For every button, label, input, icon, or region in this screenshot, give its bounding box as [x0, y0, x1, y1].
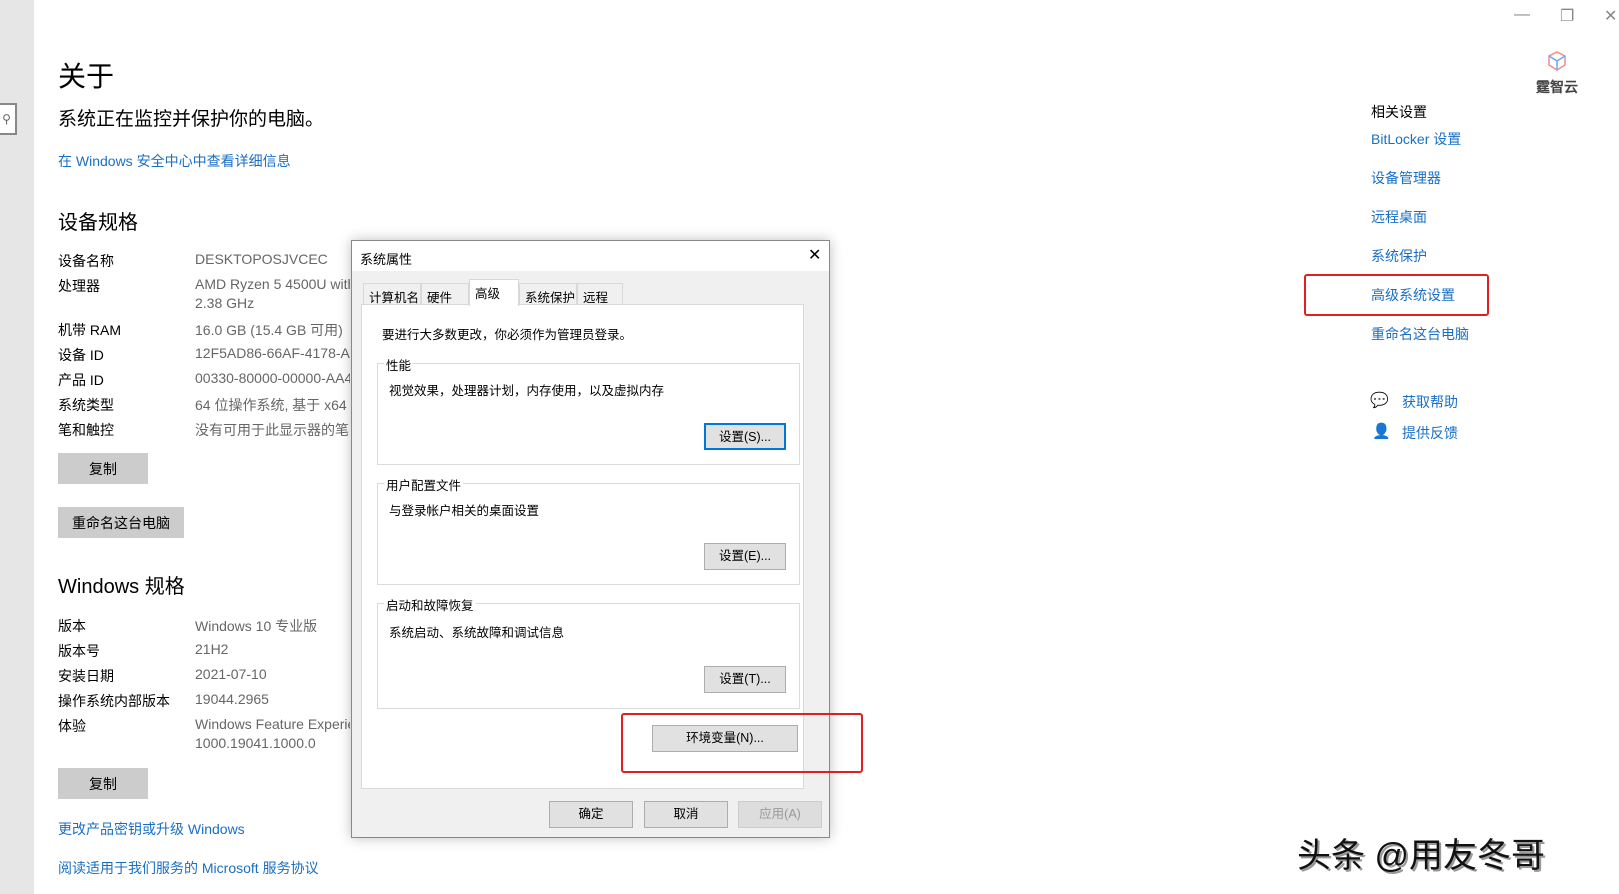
highlight-box-env — [621, 713, 863, 773]
spec-label: 系统类型 — [58, 397, 114, 413]
rename-pc-button[interactable]: 重命名这台电脑 — [58, 507, 184, 538]
spec-label: 设备名称 — [58, 253, 114, 269]
help-icon: 💬 — [1370, 392, 1389, 409]
tab-hardware[interactable]: 硬件 — [421, 283, 469, 305]
windows-specs-title: Windows 规格 — [58, 576, 185, 598]
remote-desktop-link[interactable]: 远程桌面 — [1371, 207, 1427, 227]
copy-windows-specs-button[interactable]: 复制 — [58, 768, 148, 799]
spec-value: Windows Feature Experience — [195, 716, 350, 732]
spec-label: 操作系统内部版本 — [58, 693, 170, 709]
spec-label: 体验 — [58, 718, 86, 734]
startup-recovery-group: 启动和故障恢复 系统启动、系统故障和调试信息 设置(T)... — [377, 595, 800, 709]
spec-label: 处理器 — [58, 278, 100, 294]
spec-value: 16.0 GB (15.4 GB 可用) — [195, 322, 343, 338]
system-protection-link[interactable]: 系统保护 — [1371, 246, 1427, 266]
security-status: 系统正在监控并保护你的电脑。 — [58, 109, 325, 130]
admin-note: 要进行大多数更改，你必须作为管理员登录。 — [382, 328, 633, 342]
feedback-link[interactable]: 提供反馈 — [1402, 423, 1458, 443]
search-box[interactable]: ⚲ — [0, 103, 17, 135]
cube-logo-icon — [1548, 51, 1566, 71]
tab-remote[interactable]: 远程 — [577, 283, 623, 305]
related-settings-title: 相关设置 — [1371, 104, 1427, 120]
tab-system-protection[interactable]: 系统保护 — [519, 283, 577, 305]
get-help-link[interactable]: 获取帮助 — [1402, 392, 1458, 412]
spec-label: 产品 ID — [58, 372, 104, 388]
change-product-key-link[interactable]: 更改产品密钥或升级 Windows — [58, 819, 245, 839]
cancel-button[interactable]: 取消 — [644, 801, 728, 828]
highlight-box — [1304, 274, 1489, 316]
performance-group: 性能 视觉效果，处理器计划，内存使用，以及虚拟内存 设置(S)... — [377, 355, 800, 465]
feedback-icon: 👤 — [1372, 423, 1391, 440]
spec-label: 机带 RAM — [58, 322, 121, 338]
spec-label: 版本号 — [58, 643, 100, 659]
restore-button[interactable]: ❐ — [1560, 6, 1574, 26]
group-legend: 启动和故障恢复 — [384, 595, 476, 614]
logo-text: 霆智云 — [1536, 79, 1578, 95]
spec-value: 19044.2965 — [195, 691, 269, 707]
spec-label: 安装日期 — [58, 668, 114, 684]
spec-value: 64 位操作系统, 基于 x64 的 — [195, 397, 350, 413]
logo: 霆智云 — [1533, 50, 1581, 97]
spec-value: 00330-80000-00000-AA4 — [195, 370, 350, 386]
dialog-title-text: 系统属性 — [360, 252, 413, 267]
group-description: 与登录帐户相关的桌面设置 — [389, 504, 540, 518]
spec-value: 21H2 — [195, 641, 229, 657]
spec-label: 版本 — [58, 618, 86, 634]
spec-label: 笔和触控 — [58, 422, 114, 438]
bitlocker-link[interactable]: BitLocker 设置 — [1371, 129, 1461, 149]
performance-settings-button[interactable]: 设置(S)... — [704, 423, 786, 450]
spec-value-line2: 2.38 GHz — [195, 295, 255, 311]
device-specs-title: 设备规格 — [58, 212, 138, 234]
page-title: 关于 — [58, 61, 115, 92]
spec-value: 没有可用于此显示器的笔或 — [195, 422, 350, 438]
security-center-link[interactable]: 在 Windows 安全中心中查看详细信息 — [58, 151, 291, 171]
service-agreement-link[interactable]: 阅读适用于我们服务的 Microsoft 服务协议 — [58, 858, 319, 878]
spec-value: 12F5AD86-66AF-4178-A28 — [195, 345, 350, 361]
copy-device-specs-button[interactable]: 复制 — [58, 453, 148, 484]
spec-value-line2: 1000.19041.1000.0 — [195, 735, 316, 751]
tab-advanced[interactable]: 高级 — [469, 279, 519, 306]
group-legend: 性能 — [384, 355, 414, 374]
spec-value: AMD Ryzen 5 4500U with — [195, 276, 350, 292]
group-description: 视觉效果，处理器计划，内存使用，以及虚拟内存 — [389, 384, 665, 398]
group-description: 系统启动、系统故障和调试信息 — [389, 626, 565, 640]
close-window-button[interactable]: ✕ — [1604, 6, 1617, 26]
user-profiles-group: 用户配置文件 与登录帐户相关的桌面设置 设置(E)... — [377, 475, 800, 585]
group-legend: 用户配置文件 — [384, 475, 464, 494]
ok-button[interactable]: 确定 — [549, 801, 633, 828]
search-icon: ⚲ — [2, 112, 11, 126]
dialog-close-icon[interactable]: ✕ — [808, 245, 821, 265]
device-manager-link[interactable]: 设备管理器 — [1371, 168, 1441, 188]
rename-pc-link[interactable]: 重命名这台电脑 — [1371, 324, 1469, 344]
spec-value: DESKTOPOSJVCEC — [195, 251, 328, 267]
tab-computer-name[interactable]: 计算机名 — [363, 283, 421, 305]
minimize-button[interactable]: — — [1514, 6, 1530, 24]
spec-value: Windows 10 专业版 — [195, 618, 318, 634]
watermark: 头条 @用友冬哥 — [1297, 837, 1545, 875]
apply-button[interactable]: 应用(A) — [738, 801, 822, 828]
spec-label: 设备 ID — [58, 347, 104, 363]
startup-recovery-settings-button[interactable]: 设置(T)... — [704, 666, 786, 693]
spec-value: 2021-07-10 — [195, 666, 267, 682]
user-profiles-settings-button[interactable]: 设置(E)... — [704, 543, 786, 570]
